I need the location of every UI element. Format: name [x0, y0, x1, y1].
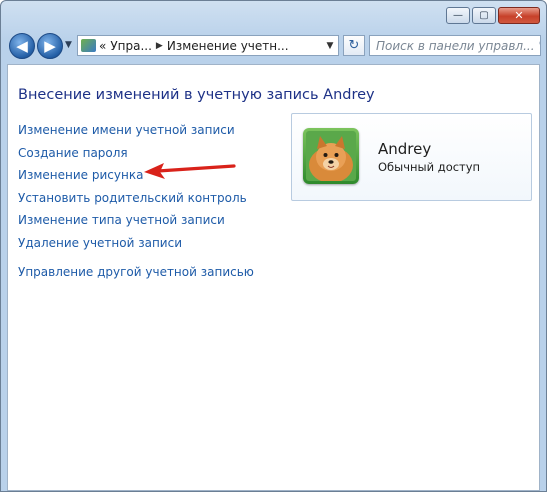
task-link-manage-another-account[interactable]: Управление другой учетной записью: [18, 261, 254, 284]
user-name: Andrey: [378, 140, 432, 158]
red-arrow-annotation: [144, 163, 236, 179]
task-link-change-name[interactable]: Изменение имени учетной записи: [18, 119, 254, 142]
search-icon[interactable]: [535, 38, 540, 53]
address-overflow-chevron[interactable]: «: [99, 39, 106, 53]
task-link-delete-account[interactable]: Удаление учетной записи: [18, 232, 254, 255]
account-type: Обычный доступ: [378, 160, 481, 174]
recent-pages-dropdown[interactable]: ▼: [65, 40, 72, 50]
breadcrumb-separator[interactable]: ▶: [156, 41, 163, 51]
task-link-parental-controls[interactable]: Установить родительский контроль: [18, 187, 254, 210]
caption-buttons: — ▢ ✕: [446, 7, 540, 24]
control-panel-window: — ▢ ✕ ◀ ▶ ▼ « Упра... ▶ Изменение учетн.…: [0, 0, 547, 492]
navigation-toolbar: ◀ ▶ ▼ « Упра... ▶ Изменение учетн... ▼ ↻…: [7, 32, 541, 60]
breadcrumb-control-panel[interactable]: Упра...: [110, 39, 152, 53]
maximize-button[interactable]: ▢: [472, 7, 496, 24]
breadcrumb-current-page[interactable]: Изменение учетн...: [167, 39, 289, 53]
search-placeholder: Поиск в панели управл...: [376, 38, 535, 53]
address-dropdown-icon[interactable]: ▼: [322, 41, 338, 51]
control-panel-icon: [81, 39, 96, 52]
user-account-card: Andrey Обычный доступ: [291, 113, 532, 201]
refresh-button[interactable]: ↻: [343, 35, 365, 56]
minimize-button[interactable]: —: [446, 7, 470, 24]
task-list: Изменение имени учетной записи Создание …: [18, 119, 254, 284]
address-bar[interactable]: « Упра... ▶ Изменение учетн... ▼: [77, 35, 339, 56]
close-button[interactable]: ✕: [498, 7, 540, 24]
search-input[interactable]: Поиск в панели управл...: [369, 35, 541, 56]
forward-button[interactable]: ▶: [37, 33, 63, 59]
back-button[interactable]: ◀: [9, 33, 35, 59]
avatar[interactable]: [303, 128, 359, 184]
page-title: Внесение изменений в учетную запись Andr…: [18, 87, 375, 103]
dog-picture-icon: [306, 131, 356, 181]
main-content: Внесение изменений в учетную запись Andr…: [7, 64, 540, 491]
task-link-change-account-type[interactable]: Изменение типа учетной записи: [18, 209, 254, 232]
